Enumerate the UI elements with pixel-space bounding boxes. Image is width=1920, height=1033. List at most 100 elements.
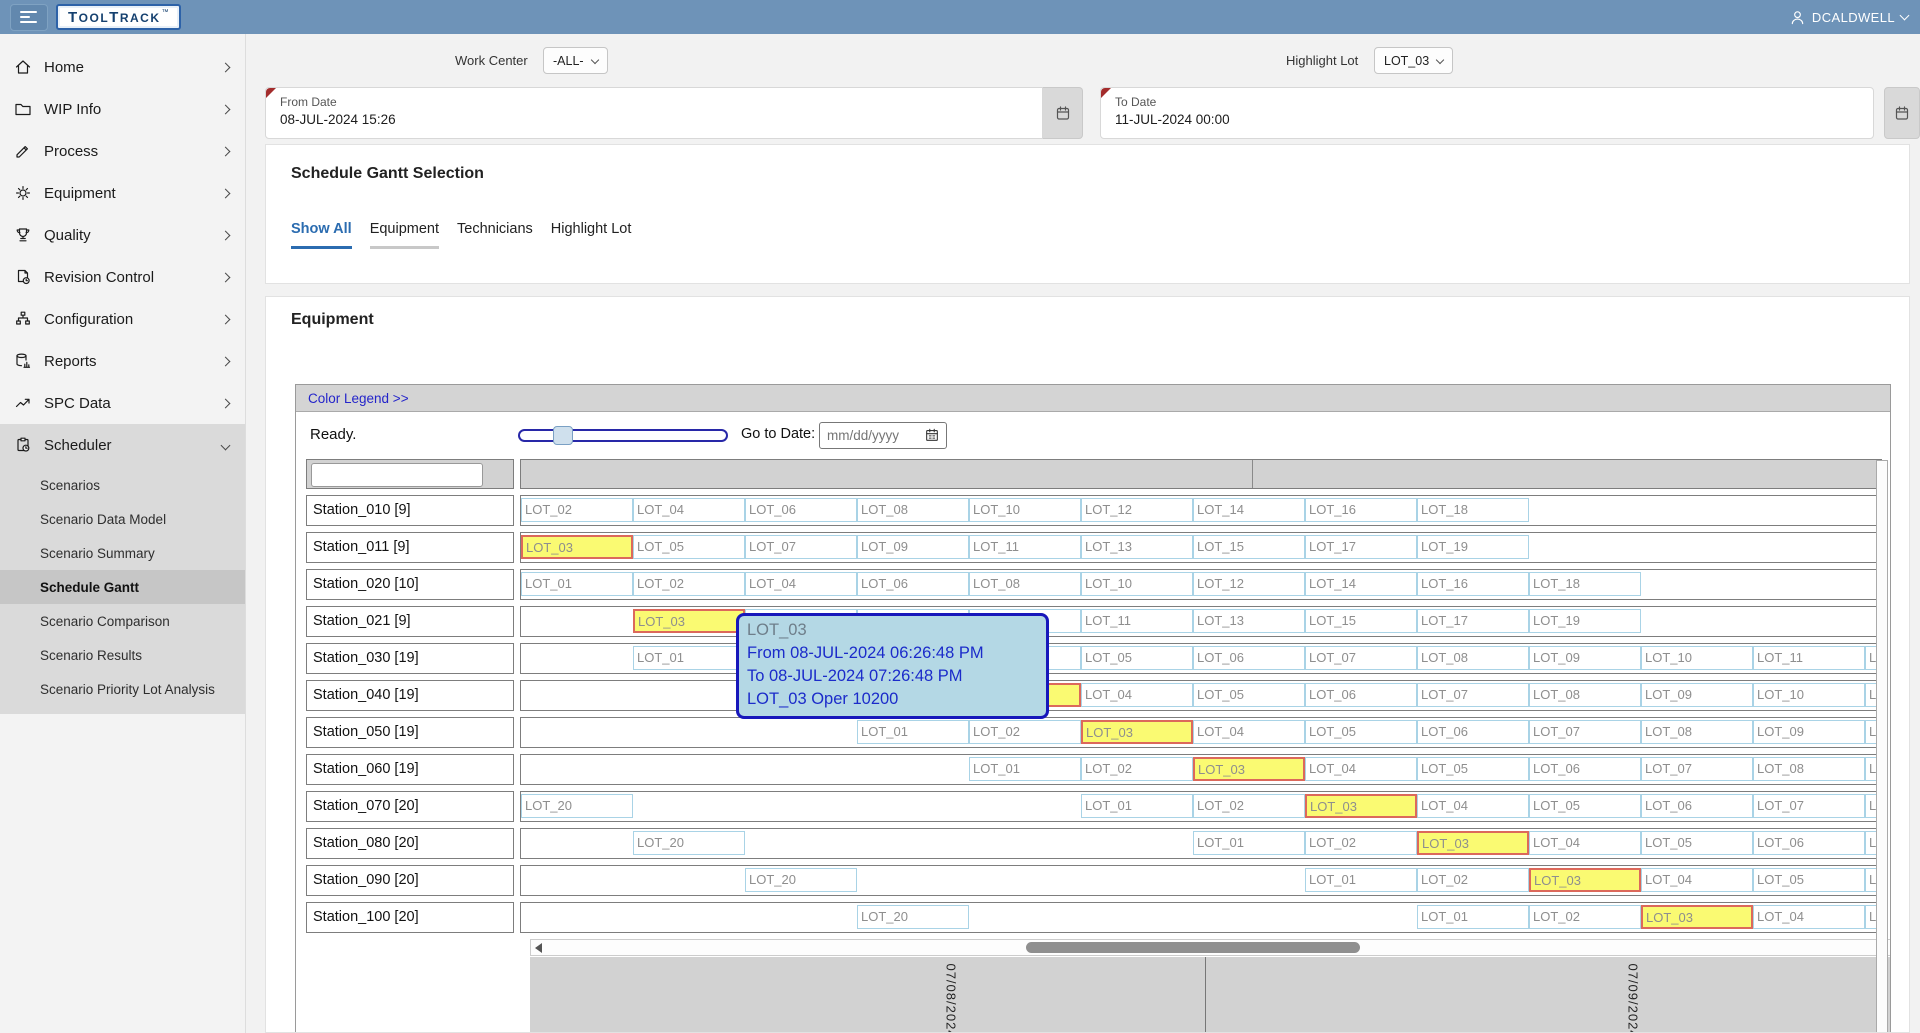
- user-menu[interactable]: DCALDWELL: [1789, 9, 1908, 26]
- lot-bar[interactable]: LOT_08: [857, 498, 969, 522]
- sidebar-subitem-scenario-comparison[interactable]: Scenario Comparison: [0, 604, 245, 638]
- lot-bar[interactable]: LOT_01: [1081, 794, 1193, 818]
- timeline-zoom-slider[interactable]: [518, 429, 728, 442]
- tab-equipment[interactable]: Equipment: [370, 221, 439, 249]
- goto-date-input[interactable]: [819, 422, 947, 449]
- lot-bar[interactable]: LOT_08: [969, 572, 1081, 596]
- lot-bar[interactable]: LOT_06: [1529, 757, 1641, 781]
- lot-bar-highlighted[interactable]: LOT_03: [1305, 794, 1417, 818]
- sidebar-item-configuration[interactable]: Configuration: [0, 298, 245, 340]
- lot-bar[interactable]: LOT_07: [1417, 683, 1529, 707]
- lot-bar[interactable]: LOT_09: [1641, 683, 1753, 707]
- lot-bar[interactable]: LOT_20: [857, 905, 969, 929]
- slider-handle[interactable]: [553, 426, 573, 445]
- lot-bar[interactable]: LOT_06: [1193, 646, 1305, 670]
- lot-bar-highlighted[interactable]: LOT_03: [1529, 868, 1641, 892]
- sidebar-subitem-scenarios[interactable]: Scenarios: [0, 468, 245, 502]
- lot-bar-highlighted[interactable]: LOT_03: [1193, 757, 1305, 781]
- lot-bar[interactable]: LOT_13: [1081, 535, 1193, 559]
- lot-bar[interactable]: LOT_10: [1753, 683, 1865, 707]
- lot-bar[interactable]: LOT_17: [1417, 609, 1529, 633]
- sidebar-item-home[interactable]: Home: [0, 46, 245, 88]
- lot-bar[interactable]: LOT_08: [1641, 720, 1753, 744]
- lot-bar[interactable]: LOT_05: [1529, 794, 1641, 818]
- color-legend-link[interactable]: Color Legend >>: [308, 391, 409, 406]
- lot-bar[interactable]: LOT_14: [1193, 498, 1305, 522]
- lot-bar[interactable]: LOT_15: [1193, 535, 1305, 559]
- lot-bar[interactable]: LOT_07: [745, 535, 857, 559]
- tab-technicians[interactable]: Technicians: [457, 221, 533, 249]
- lot-bar[interactable]: LOT_08: [1753, 757, 1865, 781]
- station-filter-input[interactable]: [311, 463, 483, 487]
- lot-bar[interactable]: LOT_08: [1417, 646, 1529, 670]
- lot-bar[interactable]: LOT_14: [1305, 572, 1417, 596]
- lot-bar[interactable]: LOT_11: [1081, 609, 1193, 633]
- sidebar-item-wip-info[interactable]: WIP Info: [0, 88, 245, 130]
- lot-bar[interactable]: LOT_10: [1081, 572, 1193, 596]
- lot-bar[interactable]: LOT_02: [1529, 905, 1641, 929]
- lot-bar[interactable]: LOT_02: [1081, 757, 1193, 781]
- from-date-field[interactable]: From Date 08-JUL-2024 15:26: [265, 87, 1043, 139]
- lot-bar[interactable]: LOT_04: [1529, 831, 1641, 855]
- lot-bar[interactable]: LOT_02: [1417, 868, 1529, 892]
- lot-bar[interactable]: LOT_05: [1753, 868, 1865, 892]
- to-date-calendar-button[interactable]: [1884, 87, 1920, 139]
- lot-bar[interactable]: LOT_02: [521, 498, 633, 522]
- lot-bar[interactable]: LOT_06: [1641, 794, 1753, 818]
- menu-toggle-button[interactable]: [10, 4, 48, 31]
- lot-bar[interactable]: LOT_05: [633, 535, 745, 559]
- lot-bar-highlighted[interactable]: LOT_03: [1081, 720, 1193, 744]
- lot-bar[interactable]: LOT_02: [1193, 794, 1305, 818]
- lot-bar[interactable]: LOT_11: [1753, 646, 1865, 670]
- lot-bar[interactable]: LOT_04: [1193, 720, 1305, 744]
- sidebar-item-process[interactable]: Process: [0, 130, 245, 172]
- horizontal-scrollbar[interactable]: [530, 939, 1891, 956]
- lot-bar[interactable]: LOT_12: [1081, 498, 1193, 522]
- sidebar-subitem-schedule-gantt[interactable]: Schedule Gantt: [0, 570, 245, 604]
- sidebar-subitem-scenario-summary[interactable]: Scenario Summary: [0, 536, 245, 570]
- from-date-calendar-button[interactable]: [1043, 87, 1083, 139]
- lot-bar[interactable]: LOT_18: [1529, 572, 1641, 596]
- lot-bar[interactable]: LOT_07: [1753, 794, 1865, 818]
- lot-bar[interactable]: LOT_11: [969, 535, 1081, 559]
- lot-bar[interactable]: LOT_05: [1081, 646, 1193, 670]
- lot-bar[interactable]: LOT_19: [1417, 535, 1529, 559]
- lot-bar[interactable]: LOT_15: [1305, 609, 1417, 633]
- lot-bar[interactable]: LOT_13: [1193, 609, 1305, 633]
- highlight-lot-select[interactable]: LOT_03: [1374, 47, 1453, 74]
- lot-bar[interactable]: LOT_18: [1417, 498, 1529, 522]
- lot-bar[interactable]: LOT_07: [1305, 646, 1417, 670]
- lot-bar[interactable]: LOT_01: [521, 572, 633, 596]
- lot-bar[interactable]: LOT_01: [857, 720, 969, 744]
- lot-bar[interactable]: LOT_02: [633, 572, 745, 596]
- lot-bar-highlighted[interactable]: LOT_03: [1641, 905, 1753, 929]
- lot-bar[interactable]: LOT_06: [1753, 831, 1865, 855]
- lot-bar[interactable]: LOT_09: [857, 535, 969, 559]
- lot-bar[interactable]: LOT_09: [1529, 646, 1641, 670]
- scroll-left-arrow[interactable]: [535, 943, 542, 953]
- lot-bar[interactable]: LOT_12: [1193, 572, 1305, 596]
- lot-bar[interactable]: LOT_05: [1305, 720, 1417, 744]
- lot-bar[interactable]: LOT_17: [1305, 535, 1417, 559]
- lot-bar[interactable]: LOT_06: [745, 498, 857, 522]
- tab-highlight-lot[interactable]: Highlight Lot: [551, 221, 632, 249]
- lot-bar[interactable]: LOT_05: [1417, 757, 1529, 781]
- lot-bar[interactable]: LOT_06: [1417, 720, 1529, 744]
- lot-bar[interactable]: LOT_20: [745, 868, 857, 892]
- lot-bar[interactable]: LOT_20: [521, 794, 633, 818]
- lot-bar[interactable]: LOT_04: [1641, 868, 1753, 892]
- sidebar-item-quality[interactable]: Quality: [0, 214, 245, 256]
- lot-bar[interactable]: LOT_04: [633, 498, 745, 522]
- lot-bar[interactable]: LOT_20: [633, 831, 745, 855]
- lot-bar[interactable]: LOT_04: [1081, 683, 1193, 707]
- vertical-scrollbar[interactable]: [1876, 460, 1888, 1033]
- sidebar-item-revision-control[interactable]: Revision Control: [0, 256, 245, 298]
- lot-bar[interactable]: LOT_16: [1305, 498, 1417, 522]
- lot-bar[interactable]: LOT_04: [1753, 905, 1865, 929]
- lot-bar[interactable]: LOT_06: [1305, 683, 1417, 707]
- lot-bar[interactable]: LOT_10: [969, 498, 1081, 522]
- scrollbar-thumb[interactable]: [1026, 942, 1360, 953]
- lot-bar[interactable]: LOT_05: [1193, 683, 1305, 707]
- sidebar-item-equipment[interactable]: Equipment: [0, 172, 245, 214]
- lot-bar[interactable]: LOT_16: [1417, 572, 1529, 596]
